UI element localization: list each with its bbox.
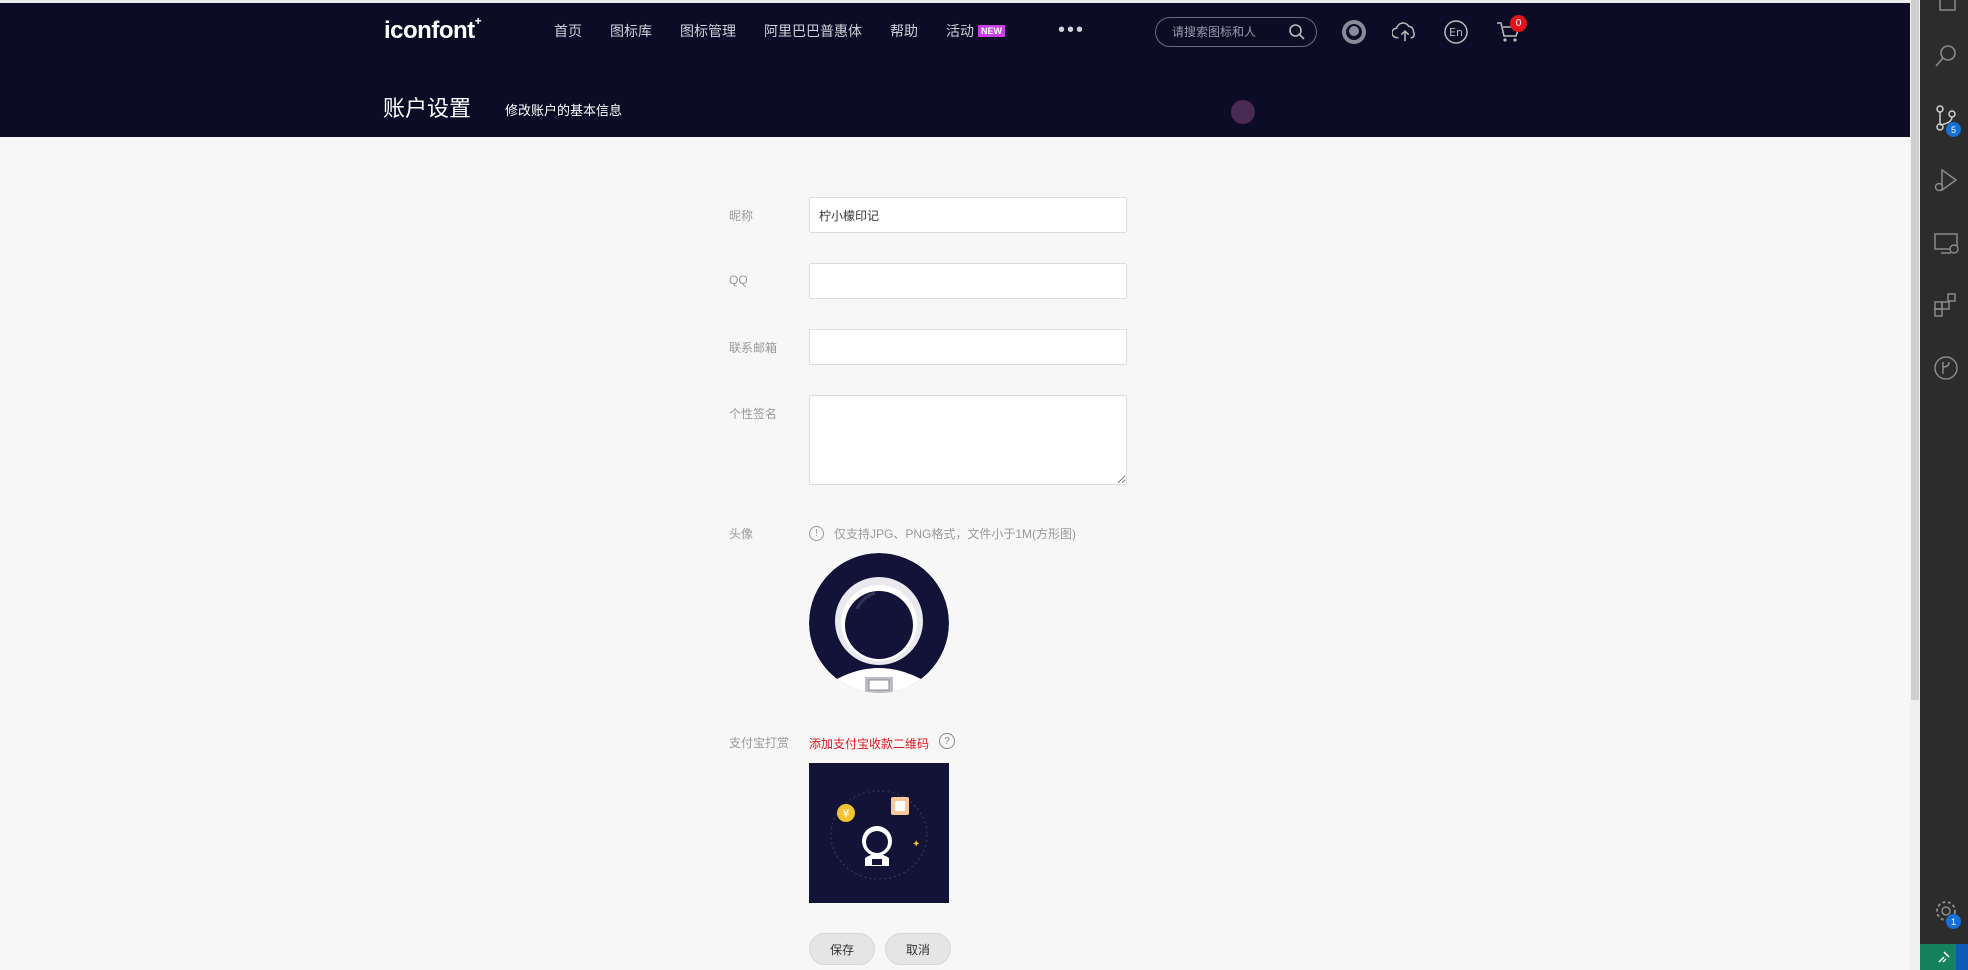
- remote-explorer-icon[interactable]: [1932, 229, 1960, 257]
- search-sidebar-icon[interactable]: [1932, 42, 1960, 70]
- nickname-label: 昵称: [729, 209, 754, 223]
- iconfont-logo[interactable]: iconfont+: [384, 14, 482, 45]
- nav-help[interactable]: 帮助: [890, 21, 918, 41]
- nav-activities[interactable]: 活动 NEW: [946, 21, 1005, 41]
- email-input[interactable]: [809, 329, 1127, 365]
- cancel-button[interactable]: 取消: [885, 933, 951, 965]
- nav-icon-management[interactable]: 图标管理: [680, 21, 736, 41]
- alipay-qr-image[interactable]: ¥ ✦: [809, 763, 949, 903]
- upload-cloud-icon[interactable]: [1392, 19, 1418, 45]
- logo-mark: +: [474, 14, 482, 28]
- svg-text:✦: ✦: [912, 839, 920, 850]
- language-toggle-icon[interactable]: En: [1443, 19, 1469, 45]
- new-badge: NEW: [978, 25, 1005, 37]
- avatar-image[interactable]: [809, 553, 949, 693]
- more-menu-icon[interactable]: •••: [1058, 19, 1085, 42]
- remote-connection-icon: [1938, 951, 1950, 963]
- search-box: [1155, 17, 1317, 47]
- email-label: 联系邮箱: [729, 341, 778, 355]
- explorer-icon[interactable]: [1932, 0, 1960, 14]
- page-scrollbar-thumb[interactable]: [1911, 0, 1919, 700]
- svg-text:¥: ¥: [843, 807, 850, 820]
- save-button[interactable]: 保存: [809, 933, 875, 965]
- mouse-cursor-indicator: [1231, 100, 1255, 124]
- run-debug-icon[interactable]: [1932, 166, 1960, 194]
- add-alipay-qr-link[interactable]: 添加支付宝收款二维码: [809, 735, 929, 752]
- nav-home[interactable]: 首页: [554, 21, 582, 41]
- nav-icon-library[interactable]: 图标库: [610, 21, 652, 41]
- page-title: 账户设置: [383, 96, 472, 121]
- alipay-label: 支付宝打赏: [729, 736, 790, 750]
- search-input[interactable]: [1172, 25, 1288, 39]
- info-icon: !: [809, 526, 824, 541]
- nav-alibaba-font[interactable]: 阿里巴巴普惠体: [764, 21, 862, 41]
- vscode-activity-bar: [1920, 0, 1968, 970]
- signature-textarea[interactable]: [809, 395, 1127, 485]
- main-nav: 首页 图标库 图标管理 阿里巴巴普惠体 帮助 活动 NEW: [554, 21, 1033, 41]
- site-header: iconfont+ 首页 图标库 图标管理 阿里巴巴普惠体 帮助 活动 NEW •…: [0, 3, 1910, 137]
- extensions-icon[interactable]: [1932, 291, 1960, 319]
- language-label: En: [1449, 26, 1463, 39]
- nickname-input[interactable]: [809, 197, 1127, 233]
- cart-icon[interactable]: 0: [1495, 15, 1527, 45]
- cart-count-badge: 0: [1510, 15, 1527, 32]
- source-control-badge: 5: [1946, 122, 1961, 137]
- avatar-hint: ! 仅支持JPG、PNG格式，文件小于1M(方形图): [809, 525, 1076, 542]
- avatar-label: 头像: [729, 527, 754, 541]
- settings-badge: 1: [1946, 914, 1961, 929]
- status-bar-segment: [1956, 944, 1968, 970]
- avatar-hint-text: 仅支持JPG、PNG格式，文件小于1M(方形图): [834, 527, 1077, 541]
- signature-label: 个性签名: [729, 407, 778, 421]
- user-avatar-icon[interactable]: [1341, 19, 1367, 45]
- qq-label: QQ: [729, 273, 748, 287]
- page-subtitle: 修改账户的基本信息: [505, 103, 623, 118]
- git-graph-icon[interactable]: [1932, 354, 1960, 382]
- qq-input[interactable]: [809, 263, 1127, 299]
- help-icon[interactable]: ?: [939, 733, 955, 749]
- search-icon[interactable]: [1288, 23, 1306, 41]
